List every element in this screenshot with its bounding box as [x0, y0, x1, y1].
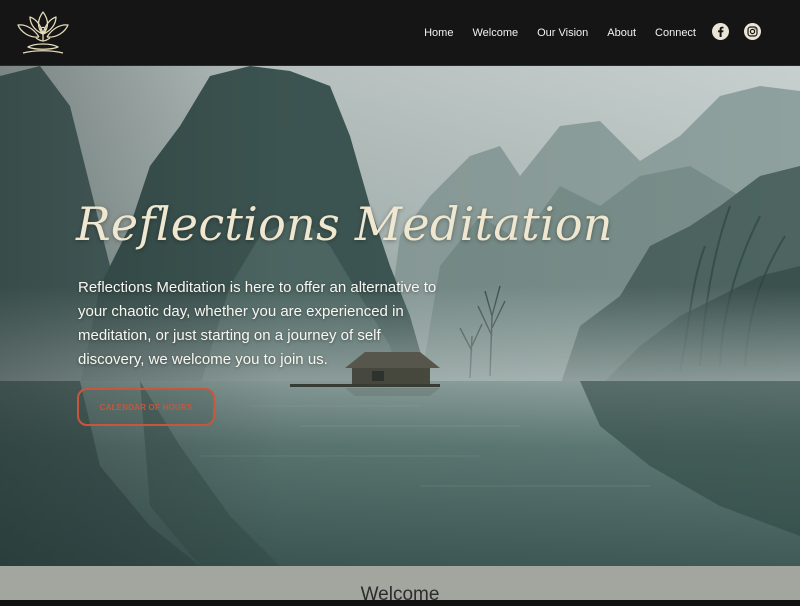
hero-title: Reflections Meditation	[76, 197, 613, 251]
welcome-section: Welcome	[0, 566, 800, 605]
hero-section: Reflections Meditation Reflections Medit…	[0, 66, 800, 566]
calendar-of-hours-button[interactable]: CALENDAR OF HOURS	[77, 388, 215, 426]
nav-connect[interactable]: Connect	[655, 27, 696, 39]
lotus-meditation-icon[interactable]	[15, 9, 71, 59]
welcome-heading: Welcome	[360, 584, 440, 605]
main-nav: Home Welcome Our Vision About Connect	[405, 0, 696, 66]
hero-description: Reflections Meditation is here to offer …	[78, 279, 437, 368]
site-header: Home Welcome Our Vision About Connect	[0, 0, 800, 66]
nav-our-vision[interactable]: Our Vision	[537, 27, 588, 39]
facebook-icon[interactable]	[712, 23, 729, 40]
instagram-icon[interactable]	[744, 23, 761, 40]
nav-welcome[interactable]: Welcome	[472, 27, 518, 39]
nav-about[interactable]: About	[607, 27, 636, 39]
nav-home[interactable]: Home	[424, 27, 453, 39]
